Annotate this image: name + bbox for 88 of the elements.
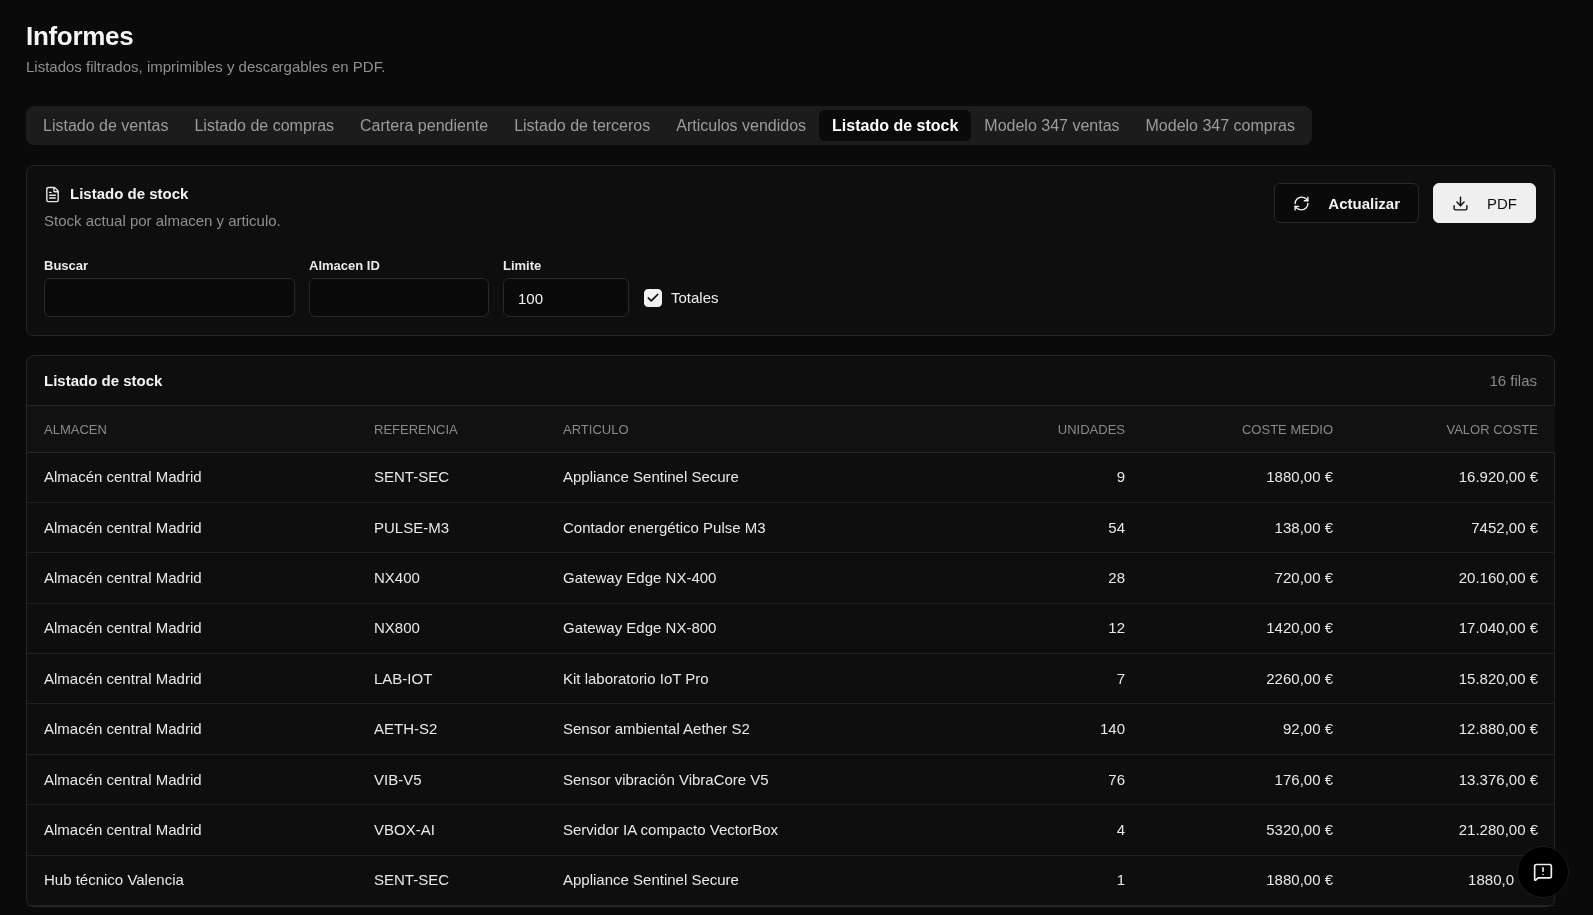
reference-code: LAB-IOT (374, 669, 433, 687)
warehouse-name: Almacén central Madrid (44, 619, 202, 637)
field-label: Buscar (44, 258, 89, 274)
cost-value: 21.280,00 € (1458, 820, 1538, 838)
article-name: Contador energético Pulse M3 (563, 518, 766, 536)
cost-value: 1880,0 (1468, 871, 1514, 889)
column-header: REFERENCIA (374, 421, 458, 437)
report-tab[interactable]: Listado de stock (819, 110, 972, 141)
article-name: Appliance Sentinel Secure (563, 468, 739, 486)
reference-code: SENT-SEC (374, 871, 449, 889)
article-name: Kit laboratorio IoT Pro (563, 669, 709, 687)
refresh-button[interactable]: Actualizar (1274, 183, 1419, 223)
page-subtitle: Listados filtrados, imprimibles y descargables en PDF. (26, 57, 386, 77)
cost-value: 12.880,00 € (1458, 720, 1538, 738)
reference-code: VIB-V5 (374, 770, 422, 788)
units-count: 7 (1116, 669, 1125, 687)
report-tab[interactable]: Modelo 347 ventas (971, 110, 1133, 141)
article-name: Gateway Edge NX-800 (563, 619, 717, 637)
page-title: Informes (26, 20, 134, 52)
refresh-icon (1293, 194, 1311, 212)
article-name: Sensor vibración VibraCore V5 (563, 770, 769, 788)
average-cost: 5320,00 € (1266, 820, 1333, 838)
card-title: Listado de stock (70, 184, 189, 204)
report-tab[interactable]: Cartera pendiente (347, 110, 502, 141)
reference-code: SENT-SEC (374, 468, 449, 486)
cost-value: 17.040,00 € (1458, 619, 1538, 637)
report-tab[interactable]: Listado de compras (181, 110, 348, 141)
input-field[interactable] (309, 278, 489, 317)
field-label: Almacen ID (309, 258, 380, 274)
reference-code: PULSE-M3 (374, 518, 450, 536)
units-count: 9 (1116, 468, 1125, 486)
document-icon (44, 185, 61, 203)
message-alert-icon (1533, 862, 1553, 882)
warehouse-name: Almacén central Madrid (44, 568, 202, 586)
card-description: Stock actual por almacen y articulo. (44, 211, 281, 231)
warehouse-name: Almacén central Madrid (44, 720, 202, 738)
average-cost: 1880,00 € (1266, 468, 1333, 486)
average-cost: 720,00 € (1274, 568, 1333, 586)
reference-code: AETH-S2 (374, 720, 438, 738)
report-tab[interactable]: Listado de ventas (30, 110, 182, 141)
column-header: VALOR COSTE (1446, 421, 1538, 437)
field-label: Limite (503, 258, 542, 274)
units-count: 54 (1108, 518, 1125, 536)
average-cost: 176,00 € (1274, 770, 1333, 788)
average-cost: 92,00 € (1282, 720, 1333, 738)
article-name: Sensor ambiental Aether S2 (563, 720, 750, 738)
warehouse-name: Almacén central Madrid (44, 518, 202, 536)
article-name: Appliance Sentinel Secure (563, 871, 739, 889)
pdf-button[interactable]: PDF (1433, 183, 1536, 223)
average-cost: 1420,00 € (1266, 619, 1333, 637)
column-header: ARTICULO (563, 421, 629, 437)
units-count: 28 (1108, 568, 1125, 586)
row-count: 16 filas (1489, 372, 1537, 389)
reference-code: NX400 (374, 568, 420, 586)
cost-value: 20.160,00 € (1458, 568, 1538, 586)
average-cost: 2260,00 € (1266, 669, 1333, 687)
report-tab[interactable]: Articulos vendidos (663, 110, 820, 141)
article-name: Gateway Edge NX-400 (563, 568, 717, 586)
cost-value: 7452,00 € (1471, 518, 1538, 536)
units-count: 1 (1116, 871, 1125, 889)
warehouse-name: Hub técnico Valencia (44, 871, 184, 889)
warehouse-name: Almacén central Madrid (44, 468, 202, 486)
units-count: 4 (1116, 820, 1125, 838)
checkbox-label: Totales (671, 289, 719, 306)
article-name: Servidor IA compacto VectorBox (563, 820, 779, 838)
input-field[interactable]: 100 (503, 278, 629, 317)
units-count: 12 (1108, 619, 1125, 637)
cost-value: 13.376,00 € (1458, 770, 1538, 788)
units-count: 76 (1108, 770, 1125, 788)
warehouse-name: Almacén central Madrid (44, 770, 202, 788)
table-title: Listado de stock (44, 372, 163, 389)
column-header: UNIDADES (1057, 421, 1125, 437)
checkbox[interactable] (644, 288, 662, 307)
cost-value: 16.920,00 € (1458, 468, 1538, 486)
input-field[interactable] (44, 278, 295, 317)
average-cost: 1880,00 € (1266, 871, 1333, 889)
cost-value: 15.820,00 € (1458, 669, 1538, 687)
warehouse-name: Almacén central Madrid (44, 820, 202, 838)
download-icon (1452, 194, 1469, 212)
column-header: ALMACEN (44, 421, 107, 437)
column-header: COSTE MEDIO (1242, 421, 1333, 437)
warehouse-name: Almacén central Madrid (44, 669, 202, 687)
units-count: 140 (1099, 720, 1125, 738)
average-cost: 138,00 € (1274, 518, 1333, 536)
report-tab[interactable]: Listado de terceros (501, 110, 664, 141)
reference-code: VBOX-AI (374, 820, 435, 838)
report-tab[interactable]: Modelo 347 compras (1132, 110, 1308, 141)
reference-code: NX800 (374, 619, 420, 637)
